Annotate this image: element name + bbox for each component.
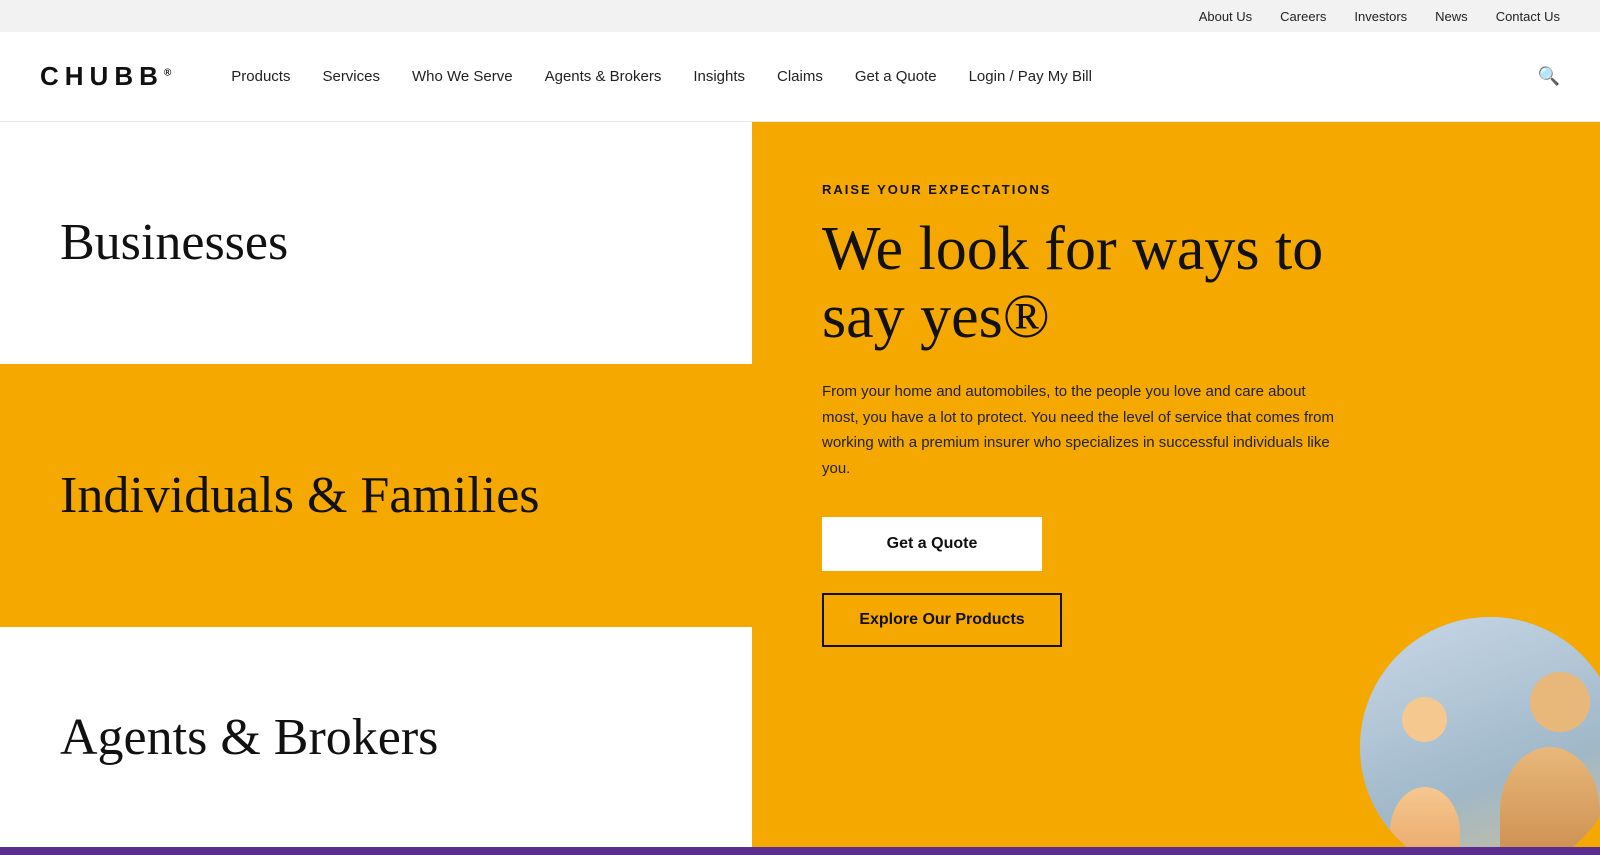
utility-news[interactable]: News [1435, 9, 1468, 24]
utility-about-us[interactable]: About Us [1199, 9, 1252, 24]
nav-products[interactable]: Products [231, 68, 290, 85]
hero-eyebrow: RAISE YOUR EXPECTATIONS [822, 182, 1530, 197]
get-quote-button[interactable]: Get a Quote [822, 517, 1042, 571]
businesses-section[interactable]: Businesses [0, 122, 752, 364]
child-head [1402, 697, 1447, 742]
agents-brokers-section[interactable]: Agents & Brokers [0, 627, 752, 847]
left-panel: Businesses Individuals & Families Agents… [0, 122, 752, 847]
nav-get-a-quote[interactable]: Get a Quote [855, 68, 937, 85]
nav-who-we-serve[interactable]: Who We Serve [412, 68, 513, 85]
child-body [1390, 787, 1460, 847]
hero-body-text: From your home and automobiles, to the p… [822, 379, 1342, 481]
hero: Businesses Individuals & Families Agents… [0, 122, 1600, 847]
businesses-label: Businesses [60, 214, 288, 271]
logo[interactable]: CHUBB® [40, 61, 171, 92]
agents-brokers-label: Agents & Brokers [60, 709, 438, 766]
explore-products-button[interactable]: Explore Our Products [822, 593, 1062, 647]
nav-links: Products Services Who We Serve Agents & … [231, 66, 1560, 87]
utility-careers[interactable]: Careers [1280, 9, 1326, 24]
hero-headline: We look for ways to say yes® [822, 215, 1530, 351]
nav-claims[interactable]: Claims [777, 68, 823, 85]
hero-image [1360, 617, 1600, 847]
adult-body [1500, 747, 1600, 847]
utility-bar: About Us Careers Investors News Contact … [0, 0, 1600, 32]
nav-agents-brokers[interactable]: Agents & Brokers [545, 68, 662, 85]
face-group [1360, 617, 1600, 847]
adult-head [1530, 672, 1590, 732]
nav-login[interactable]: Login / Pay My Bill [969, 68, 1092, 85]
hero-headline-line2: say yes® [822, 283, 1050, 351]
individuals-families-label: Individuals & Families [60, 467, 540, 524]
individuals-families-section[interactable]: Individuals & Families [0, 364, 752, 628]
logo-text: CHUBB [40, 61, 164, 91]
utility-investors[interactable]: Investors [1354, 9, 1407, 24]
utility-contact-us[interactable]: Contact Us [1496, 9, 1560, 24]
logo-trademark: ® [164, 67, 171, 78]
search-icon[interactable]: 🔍 [1538, 66, 1560, 87]
main-nav: CHUBB® Products Services Who We Serve Ag… [0, 32, 1600, 122]
hero-headline-line1: We look for ways to [822, 215, 1323, 283]
nav-insights[interactable]: Insights [693, 68, 745, 85]
right-panel: RAISE YOUR EXPECTATIONS We look for ways… [752, 122, 1600, 847]
bottom-accent-bar [0, 847, 1600, 855]
nav-services[interactable]: Services [322, 68, 380, 85]
